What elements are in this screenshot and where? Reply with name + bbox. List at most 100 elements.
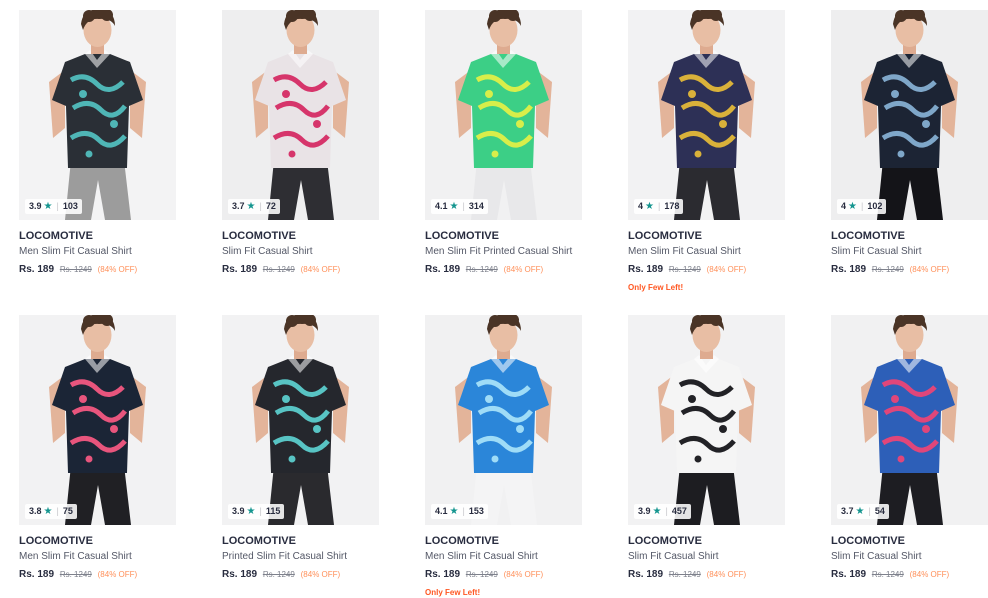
discounted-price: Rs. 189 — [425, 569, 461, 580]
star-icon: ★ — [246, 506, 256, 517]
product-card[interactable]: 4 ★ | 178 LOCOMOTIVE Men Slim Fit Casual… — [628, 10, 785, 292]
model-photo — [19, 315, 176, 525]
rating-separator: | — [665, 506, 668, 516]
discount-percent: (84% OFF) — [97, 265, 138, 274]
product-info: LOCOMOTIVE Slim Fit Casual Shirt Rs. 189… — [628, 525, 785, 581]
product-image[interactable]: 3.8 ★ | 75 — [19, 315, 176, 525]
product-info: LOCOMOTIVE Men Slim Fit Casual Shirt Rs.… — [19, 525, 176, 581]
discounted-price: Rs. 189 — [628, 264, 664, 275]
rating-count: 72 — [265, 201, 276, 211]
rating-count: 54 — [874, 506, 885, 516]
product-image[interactable]: 3.9 ★ | 115 — [222, 315, 379, 525]
discount-percent: (84% OFF) — [706, 570, 747, 579]
discount-percent: (84% OFF) — [503, 265, 544, 274]
product-name: Men Slim Fit Casual Shirt — [628, 246, 741, 257]
product-brand: LOCOMOTIVE — [628, 535, 702, 547]
star-icon: ★ — [43, 201, 53, 212]
product-brand: LOCOMOTIVE — [425, 535, 499, 547]
rating-count: 102 — [867, 201, 883, 211]
product-image[interactable]: 3.7 ★ | 54 — [831, 315, 988, 525]
price-row: Rs. 189 Rs. 1249 (84% OFF) — [19, 568, 176, 581]
product-card[interactable]: 3.7 ★ | 72 LOCOMOTIVE Slim Fit Casual Sh… — [222, 10, 379, 289]
model-photo — [628, 315, 785, 525]
product-brand: LOCOMOTIVE — [831, 230, 905, 242]
price-row: Rs. 189 Rs. 1249 (84% OFF) — [425, 263, 582, 276]
original-price: Rs. 1249 — [871, 570, 904, 579]
rating-value: 4.1 — [435, 201, 448, 211]
rating-value: 3.7 — [841, 506, 854, 516]
product-brand: LOCOMOTIVE — [19, 535, 93, 547]
product-image[interactable]: 4.1 ★ | 153 — [425, 315, 582, 525]
star-icon: ★ — [43, 506, 53, 517]
rating-value: 4 — [841, 201, 847, 211]
discounted-price: Rs. 189 — [222, 569, 258, 580]
original-price: Rs. 1249 — [871, 265, 904, 274]
product-image[interactable]: 3.9 ★ | 103 — [19, 10, 176, 220]
product-name: Printed Slim Fit Casual Shirt — [222, 551, 348, 562]
price-row: Rs. 189 Rs. 1249 (84% OFF) — [628, 568, 785, 581]
model-photo — [425, 10, 582, 220]
rating-value: 3.9 — [638, 506, 651, 516]
rating-value: 4.1 — [435, 506, 448, 516]
product-card[interactable]: 3.8 ★ | 75 LOCOMOTIVE Men Slim Fit Casua… — [19, 315, 176, 594]
rating-count: 115 — [265, 506, 281, 516]
discount-percent: (84% OFF) — [97, 570, 138, 579]
discount-percent: (84% OFF) — [909, 265, 950, 274]
product-brand: LOCOMOTIVE — [19, 230, 93, 242]
rating-badge: 3.7 ★ | 54 — [837, 504, 889, 519]
product-card[interactable]: 3.9 ★ | 115 LOCOMOTIVE Printed Slim Fit … — [222, 315, 379, 594]
product-image[interactable]: 3.9 ★ | 457 — [628, 315, 785, 525]
rating-badge: 3.9 ★ | 457 — [634, 504, 691, 519]
discounted-price: Rs. 189 — [222, 264, 258, 275]
product-info: LOCOMOTIVE Men Slim Fit Casual Shirt Rs.… — [628, 220, 785, 293]
product-card[interactable]: 4 ★ | 102 LOCOMOTIVE Slim Fit Casual Shi… — [831, 10, 988, 289]
product-card[interactable]: 3.9 ★ | 457 LOCOMOTIVE Slim Fit Casual S… — [628, 315, 785, 594]
original-price: Rs. 1249 — [262, 570, 295, 579]
star-icon: ★ — [652, 506, 662, 517]
star-icon: ★ — [645, 201, 654, 212]
model-photo — [19, 10, 176, 220]
product-card[interactable]: 4.1 ★ | 153 LOCOMOTIVE Men Slim Fit Casu… — [425, 315, 582, 597]
rating-count: 178 — [664, 201, 680, 211]
product-image[interactable]: 4.1 ★ | 314 — [425, 10, 582, 220]
rating-separator: | — [259, 506, 262, 516]
rating-count: 103 — [62, 201, 78, 211]
rating-count: 75 — [62, 506, 73, 516]
product-card[interactable]: 3.9 ★ | 103 LOCOMOTIVE Men Slim Fit Casu… — [19, 10, 176, 289]
product-brand: LOCOMOTIVE — [425, 230, 499, 242]
product-card[interactable]: 4.1 ★ | 314 LOCOMOTIVE Men Slim Fit Prin… — [425, 10, 582, 289]
rating-value: 3.9 — [29, 201, 42, 211]
model-photo — [222, 315, 379, 525]
product-name: Slim Fit Casual Shirt — [222, 246, 313, 257]
discount-percent: (84% OFF) — [300, 265, 341, 274]
product-image[interactable]: 3.7 ★ | 72 — [222, 10, 379, 220]
rating-value: 4 — [638, 201, 644, 211]
product-info: LOCOMOTIVE Men Slim Fit Casual Shirt Rs.… — [19, 220, 176, 276]
product-info: LOCOMOTIVE Printed Slim Fit Casual Shirt… — [222, 525, 379, 581]
rating-separator: | — [462, 506, 465, 516]
price-row: Rs. 189 Rs. 1249 (84% OFF) — [222, 568, 379, 581]
product-name: Slim Fit Casual Shirt — [628, 551, 719, 562]
product-info: LOCOMOTIVE Slim Fit Casual Shirt Rs. 189… — [222, 220, 379, 276]
product-grid: 3.9 ★ | 103 LOCOMOTIVE Men Slim Fit Casu… — [19, 10, 988, 597]
product-brand: LOCOMOTIVE — [831, 535, 905, 547]
rating-separator: | — [462, 201, 465, 211]
model-photo — [831, 315, 988, 525]
product-image[interactable]: 4 ★ | 102 — [831, 10, 988, 220]
rating-separator: | — [868, 506, 871, 516]
product-brand: LOCOMOTIVE — [222, 535, 296, 547]
product-card[interactable]: 3.7 ★ | 54 LOCOMOTIVE Slim Fit Casual Sh… — [831, 315, 988, 594]
product-brand: LOCOMOTIVE — [222, 230, 296, 242]
product-image[interactable]: 4 ★ | 178 — [628, 10, 785, 220]
product-name: Slim Fit Casual Shirt — [831, 551, 922, 562]
product-name: Slim Fit Casual Shirt — [831, 246, 922, 257]
product-info: LOCOMOTIVE Men Slim Fit Printed Casual S… — [425, 220, 582, 276]
rating-badge: 3.7 ★ | 72 — [228, 199, 280, 214]
discount-percent: (84% OFF) — [706, 265, 747, 274]
discounted-price: Rs. 189 — [425, 264, 461, 275]
discounted-price: Rs. 189 — [628, 569, 664, 580]
discounted-price: Rs. 189 — [19, 569, 55, 580]
rating-badge: 3.9 ★ | 103 — [25, 199, 82, 214]
rating-badge: 4.1 ★ | 314 — [431, 199, 488, 214]
price-row: Rs. 189 Rs. 1249 (84% OFF) — [628, 263, 785, 276]
